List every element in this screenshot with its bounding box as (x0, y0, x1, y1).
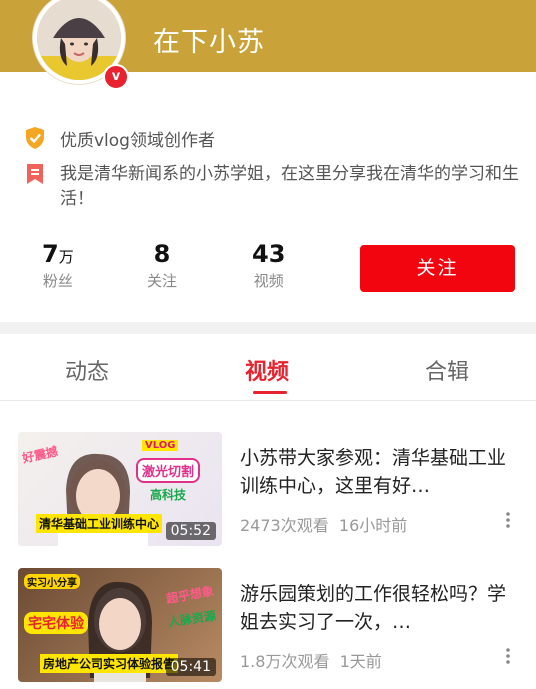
thumb-text: 实习小分享 (24, 574, 80, 589)
video-title[interactable]: 游乐园策划的工作很轻松吗？学姐去实习了一次，… (240, 580, 510, 636)
bio-row: 我是清华新闻系的小苏学姐，在这里分享我在清华的学习和生活！ (24, 162, 524, 212)
video-views: 1.8万次观看 (240, 652, 330, 671)
stat-videos-label: 视频 (253, 272, 284, 290)
stat-videos-value: 43 (252, 240, 286, 268)
tab-collections[interactable]: 合辑 (425, 354, 469, 386)
thumb-text: 清华基础工业训练中心 (36, 514, 163, 533)
follow-button[interactable]: 关注 (360, 245, 515, 292)
video-time: 1天前 (339, 652, 382, 671)
stat-videos[interactable]: 43 视频 (252, 240, 285, 291)
thumb-text: 激光切割 (136, 458, 201, 483)
active-tab-indicator (253, 391, 287, 394)
video-meta: 2473次观看 16小时前 (240, 512, 407, 536)
tab-dynamics[interactable]: 动态 (65, 354, 109, 386)
stat-fans[interactable]: 7万 粉丝 (42, 240, 74, 291)
stat-following[interactable]: 8 关注 (147, 240, 177, 291)
thumb-text: 房地产公司实习体验报告 (40, 654, 179, 673)
tab-bar-divider (0, 400, 536, 401)
tab-videos[interactable]: 视频 (245, 354, 289, 386)
more-options-icon[interactable] (500, 510, 516, 530)
video-time: 16小时前 (338, 516, 408, 535)
video-duration: 05:41 (165, 658, 216, 676)
video-duration: 05:52 (165, 522, 216, 540)
video-meta: 1.8万次观看 1天前 (240, 648, 382, 672)
video-card[interactable]: 好震撼 VLOG 激光切割 高科技 清华基础工业训练中心 05:52 小苏带大家… (18, 432, 528, 546)
bio-text: 我是清华新闻系的小苏学姐，在这里分享我在清华的学习和生活！ (60, 164, 519, 209)
shield-check-icon (26, 127, 44, 149)
stat-fans-label: 粉丝 (42, 272, 73, 290)
thumb-text: VLOG (142, 440, 179, 451)
profile-name: 在下小苏 (153, 27, 265, 58)
video-card[interactable]: 实习小分享 宅宅体验 超乎想象 人脉资源 房地产公司实习体验报告 05:41 游… (18, 568, 528, 682)
more-options-icon[interactable] (500, 646, 516, 666)
thumb-text: 宅宅体验 (24, 612, 88, 634)
video-thumbnail[interactable]: 好震撼 VLOG 激光切割 高科技 清华基础工业训练中心 05:52 (18, 432, 222, 546)
creator-tag-row: 优质vlog领域创作者 (24, 126, 215, 151)
thumb-text: 高科技 (150, 488, 187, 502)
section-divider (0, 322, 536, 334)
stat-following-value: 8 (153, 240, 171, 268)
verified-badge-icon: v (103, 64, 129, 90)
video-thumbnail[interactable]: 实习小分享 宅宅体验 超乎想象 人脉资源 房地产公司实习体验报告 05:41 (18, 568, 222, 682)
stat-fans-value: 7 (42, 240, 59, 268)
video-title[interactable]: 小苏带大家参观：清华基础工业训练中心，这里有好… (240, 444, 510, 500)
bookmark-icon (27, 164, 43, 184)
video-views: 2473次观看 (240, 516, 329, 535)
stat-fans-unit: 万 (58, 248, 74, 266)
stat-following-label: 关注 (147, 272, 178, 290)
creator-tag-text: 优质vlog领域创作者 (60, 131, 215, 151)
